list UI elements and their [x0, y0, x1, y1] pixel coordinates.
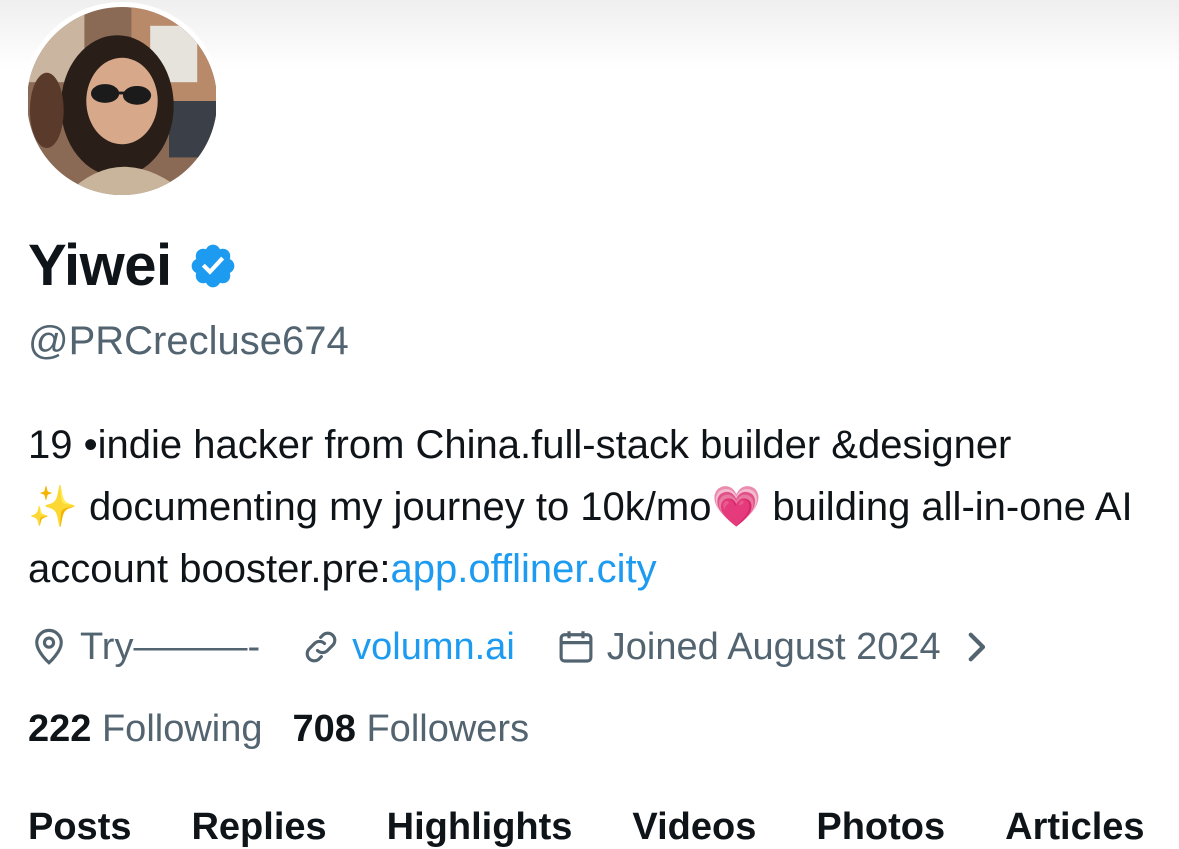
avatar-photo — [28, 7, 216, 195]
following-count: 222 — [28, 708, 92, 750]
following-stat[interactable]: 222 Following — [28, 708, 263, 751]
joined-text: Joined August 2024 — [606, 625, 941, 668]
followers-stat[interactable]: 708 Followers — [293, 708, 530, 751]
website-link[interactable]: volumn.ai — [352, 626, 515, 669]
heart-emoji: 💗 — [711, 484, 762, 530]
tab-highlights[interactable]: Highlights — [387, 806, 573, 849]
bio-line-1: 19 •indie hacker from China.full-stack b… — [28, 423, 1012, 467]
tab-posts[interactable]: Posts — [28, 806, 131, 849]
followers-label: Followers — [366, 708, 530, 750]
avatar[interactable] — [22, 2, 222, 200]
tab-videos[interactable]: Videos — [632, 806, 756, 849]
location-pin-icon — [35, 628, 63, 665]
follow-stats: 222 Following 708 Followers — [28, 708, 559, 751]
bio-link[interactable]: app.offliner.city — [390, 547, 656, 591]
tab-articles[interactable]: Articles — [1005, 806, 1144, 849]
followers-count: 708 — [292, 708, 356, 750]
calendar-icon — [559, 631, 593, 663]
profile-tabs: Posts Replies Highlights Videos Photos A… — [28, 806, 1179, 849]
joined-item[interactable]: Joined August 2024 — [555, 626, 1007, 669]
tab-replies[interactable]: Replies — [191, 806, 326, 849]
following-label: Following — [101, 708, 263, 750]
bio: 19 •indie hacker from China.full-stack b… — [28, 414, 1163, 600]
link-icon — [305, 631, 337, 663]
verified-badge-icon[interactable] — [188, 241, 238, 291]
sparkles-emoji: ✨ — [28, 484, 78, 530]
location-text: Try———- — [80, 625, 261, 668]
location-item: Try———- — [28, 626, 260, 669]
handle: @PRCrecluse674 — [28, 319, 349, 363]
tab-photos[interactable]: Photos — [816, 806, 945, 849]
profile-meta: Try———- volumn.ai Joined August 2024 — [28, 622, 1047, 672]
name-row: Yiwei — [28, 232, 238, 300]
website-item[interactable]: volumn.ai — [300, 626, 515, 669]
display-name: Yiwei — [28, 233, 172, 298]
bio-line-2a: documenting my journey to 10k/mo — [88, 485, 712, 529]
chevron-right-icon — [968, 632, 985, 662]
